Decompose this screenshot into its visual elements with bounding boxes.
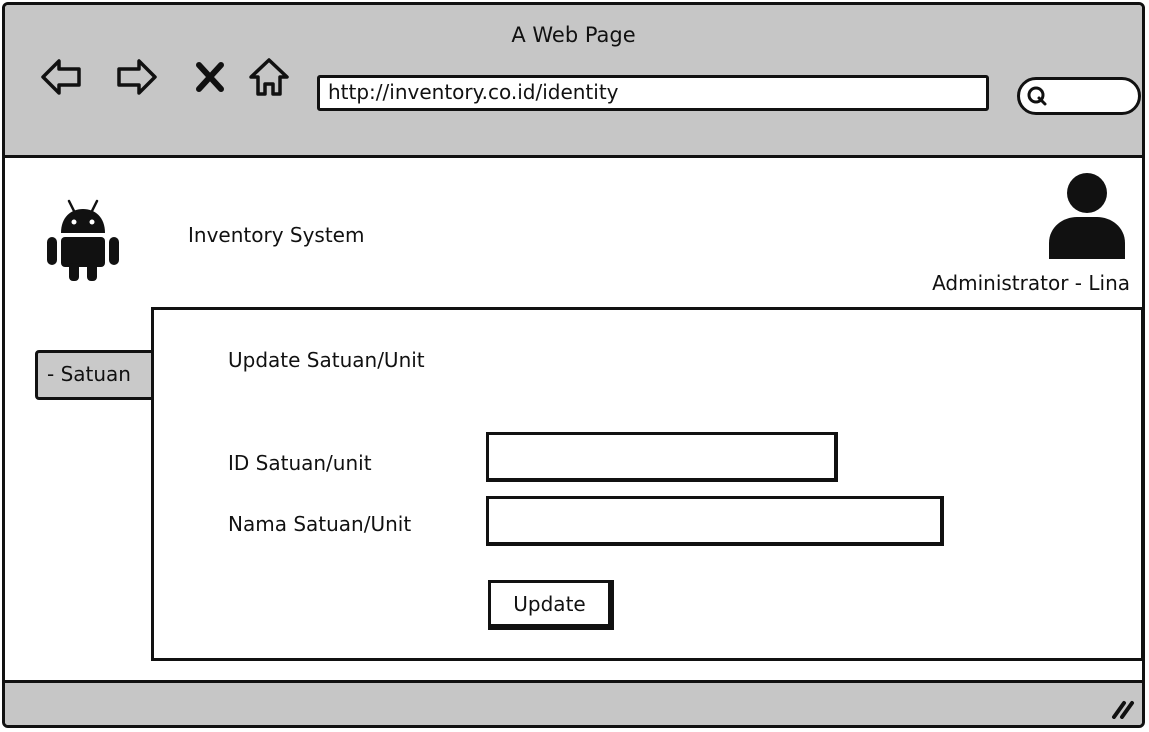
app-title: Inventory System xyxy=(188,223,365,247)
browser-window: A Web Page http://inventory.co.id/identi… xyxy=(2,2,1145,728)
back-arrow-icon[interactable] xyxy=(39,55,83,99)
id-satuan-input[interactable] xyxy=(486,432,838,482)
form-title: Update Satuan/Unit xyxy=(228,348,425,372)
nama-satuan-input[interactable] xyxy=(486,496,944,546)
browser-search-field[interactable] xyxy=(1017,77,1141,115)
close-icon[interactable] xyxy=(193,55,227,99)
resize-grip-icon[interactable] xyxy=(1110,695,1136,719)
status-bar xyxy=(5,680,1142,725)
browser-chrome: A Web Page http://inventory.co.id/identi… xyxy=(5,5,1142,158)
search-icon xyxy=(1026,85,1048,107)
window-title: A Web Page xyxy=(511,23,636,47)
user-icon[interactable] xyxy=(1045,171,1129,261)
address-bar[interactable]: http://inventory.co.id/identity xyxy=(317,75,989,111)
forward-arrow-icon[interactable] xyxy=(115,55,159,99)
id-field-label: ID Satuan/unit xyxy=(228,451,372,475)
user-role-label: Administrator - Lina xyxy=(932,271,1130,295)
update-form-panel: Update Satuan/Unit ID Satuan/unit Nama S… xyxy=(151,307,1142,661)
name-field-label: Nama Satuan/Unit xyxy=(228,512,412,536)
update-button[interactable]: Update xyxy=(488,580,614,630)
android-icon xyxy=(41,191,125,287)
home-icon[interactable] xyxy=(247,55,291,99)
